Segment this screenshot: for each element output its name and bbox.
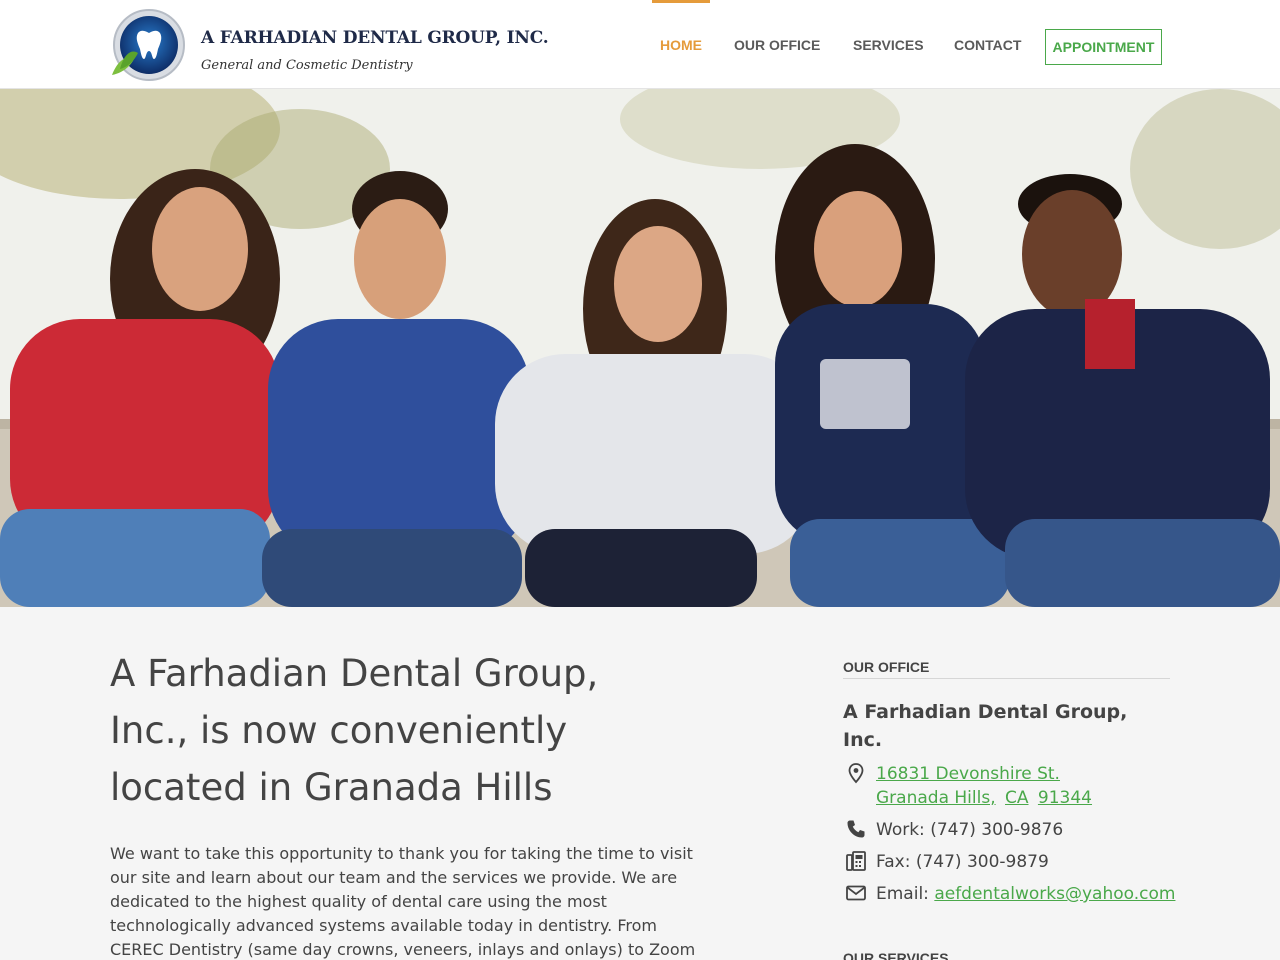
email-link[interactable]: aefdentalworks@yahoo.com [934,884,1175,904]
tooth-leaf-logo-icon[interactable] [110,9,186,81]
fax-phone: (747) 300-9879 [915,852,1049,872]
brand-name[interactable]: A FARHADIAN DENTAL GROUP, INC. [201,28,549,48]
group-of-five-smiling-young-people-photo [0,89,1280,607]
nav-active-indicator [652,0,710,3]
email-row: Email: aefdentalworks@yahoo.com [876,882,1175,906]
intro-paragraph: We want to take this opportunity to than… [110,844,696,959]
address-zip-link[interactable]: 91344 [1038,788,1092,808]
address-street-link[interactable]: 16831 Devonshire St. [876,764,1060,784]
address-city-row: Granada Hills, CA 91344 [876,786,1092,810]
nav-our-office[interactable]: OUR OFFICE [734,37,820,53]
sidebar-services-title: OUR SERVICES [843,950,949,960]
email-label: Email: [876,884,929,904]
envelope-icon [846,885,866,901]
site-header: A FARHADIAN DENTAL GROUP, INC. General a… [0,0,1280,89]
fax-icon [846,851,866,871]
nav-services[interactable]: SERVICES [853,37,924,53]
work-phone-row: Work: (747) 300-9876 [876,818,1063,842]
hero-image [0,89,1280,607]
work-phone: (747) 300-9876 [930,820,1064,840]
nav-home[interactable]: HOME [660,37,702,53]
fax-label: Fax: [876,852,911,872]
brand-tagline: General and Cosmetic Dentistry [201,58,413,73]
page-heading: A Farhadian Dental Group, Inc., is now c… [110,652,599,809]
fax-row: Fax: (747) 300-9879 [876,850,1049,874]
phone-icon [847,820,865,838]
appointment-button[interactable]: APPOINTMENT [1045,29,1162,65]
office-name: A Farhadian Dental Group, Inc. [843,701,1128,751]
address-city-link[interactable]: Granada Hills, [876,788,996,808]
address-state-link[interactable]: CA [1005,788,1029,808]
map-pin-icon [848,763,864,784]
work-label: Work: [876,820,925,840]
address-street-row: 16831 Devonshire St. [876,762,1060,786]
sidebar-divider [843,678,1170,679]
sidebar-office-title: OUR OFFICE [843,659,930,675]
nav-contact[interactable]: CONTACT [954,37,1021,53]
